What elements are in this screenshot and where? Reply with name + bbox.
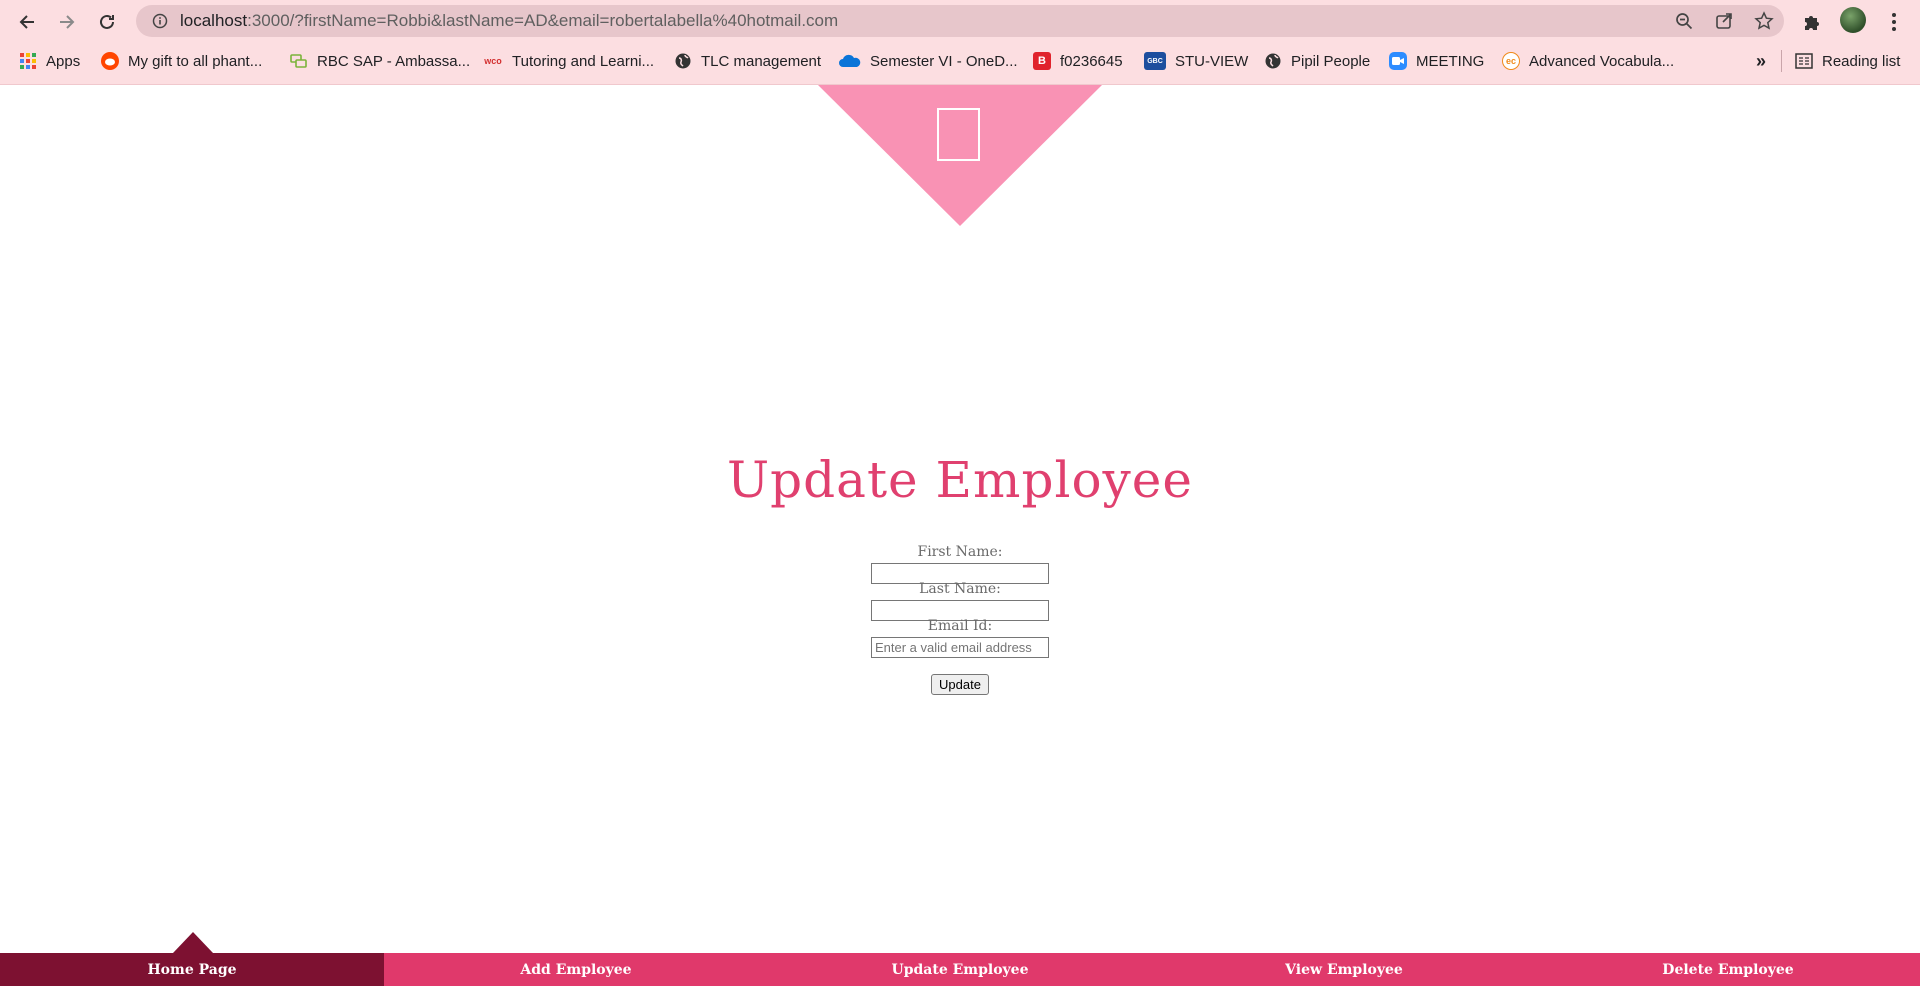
extensions-button[interactable] — [1798, 8, 1826, 36]
nav-view-employee[interactable]: View Employee — [1152, 953, 1536, 986]
browser-menu-button[interactable] — [1880, 8, 1908, 36]
page-title: Update Employee — [727, 451, 1193, 509]
profile-avatar[interactable] — [1840, 7, 1866, 33]
bookmark-f0236645[interactable]: B f0236645 — [1033, 50, 1123, 72]
email-field[interactable] — [871, 637, 1049, 658]
first-name-label: First Name: — [917, 544, 1003, 560]
bookmark-tutoring[interactable]: wco Tutoring and Learni... — [483, 50, 654, 72]
bookmark-advanced-vocabulary[interactable]: ec Advanced Vocabula... — [1502, 50, 1674, 72]
kebab-menu-icon — [1892, 13, 1896, 31]
update-button[interactable]: Update — [931, 674, 989, 695]
b-icon: B — [1033, 52, 1051, 70]
email-label: Email Id: — [927, 618, 993, 634]
reload-button[interactable] — [91, 6, 123, 38]
bookmark-label: My gift to all phant... — [128, 52, 263, 70]
bookmark-rbc-sap[interactable]: RBC SAP - Ambassa... — [290, 50, 470, 72]
back-button[interactable] — [11, 6, 43, 38]
url-path: :3000/?firstName=Robbi&lastName=AD&email… — [247, 11, 839, 30]
apps-grid-icon — [19, 52, 37, 70]
last-name-label: Last Name: — [919, 581, 1001, 597]
bookmark-onedrive[interactable]: Semester VI - OneD... — [839, 50, 1018, 72]
url-text: localhost:3000/?firstName=Robbi&lastName… — [180, 11, 838, 31]
forward-button[interactable] — [51, 6, 83, 38]
nav-add-employee[interactable]: Add Employee — [384, 953, 768, 986]
globe-icon — [1264, 52, 1282, 70]
logo-frame — [937, 108, 980, 161]
share-icon[interactable] — [1712, 9, 1736, 33]
ec-icon: ec — [1502, 52, 1520, 70]
bookmark-label: Tutoring and Learni... — [512, 52, 655, 70]
bookmark-stu-view[interactable]: GBC STU-VIEW — [1144, 50, 1248, 72]
reading-list-label: Reading list — [1822, 52, 1901, 70]
url-host: localhost — [180, 11, 248, 30]
bookmark-label: Pipil People — [1291, 52, 1371, 70]
bookmark-meeting[interactable]: MEETING — [1389, 50, 1484, 72]
address-bar[interactable]: localhost:3000/?firstName=Robbi&lastName… — [136, 5, 1784, 37]
nav-delete-employee[interactable]: Delete Employee — [1536, 953, 1920, 986]
nav-update-employee[interactable]: Update Employee — [768, 953, 1152, 986]
chat-icon — [290, 52, 308, 70]
reading-list-button[interactable]: Reading list — [1795, 50, 1900, 72]
bookmark-label: Semester VI - OneD... — [870, 52, 1018, 70]
site-info-icon[interactable] — [148, 13, 172, 29]
nav-home-page[interactable]: Home Page — [0, 953, 384, 986]
globe-icon — [674, 52, 692, 70]
bottom-nav: Home Page Add Employee Update Employee V… — [0, 953, 1920, 986]
zoom-icon — [1389, 52, 1407, 70]
wco-icon: wco — [484, 56, 502, 66]
bookmark-label: STU-VIEW — [1175, 52, 1249, 70]
puzzle-icon — [1805, 16, 1819, 30]
bookmarks-bar: Apps My gift to all phant... RBC SAP - A… — [0, 46, 1920, 76]
reddit-icon — [101, 52, 119, 70]
bookmark-tlc[interactable]: TLC management — [674, 50, 821, 72]
bookmarks-separator — [1781, 50, 1782, 72]
page-content: Update Employee First Name: Last Name: E… — [0, 85, 1920, 986]
reading-list-icon — [1795, 52, 1813, 70]
bookmark-pipil-people[interactable]: Pipil People — [1264, 50, 1370, 72]
back-arrow-icon — [19, 15, 34, 29]
browser-chrome: localhost:3000/?firstName=Robbi&lastName… — [0, 0, 1920, 85]
active-tab-indicator — [173, 932, 213, 953]
bookmarks-overflow-button[interactable]: » — [1756, 50, 1766, 72]
bookmark-label: MEETING — [1416, 52, 1485, 70]
gbc-icon: GBC — [1144, 52, 1166, 70]
bookmark-label: f0236645 — [1060, 52, 1123, 70]
reload-icon — [100, 14, 114, 29]
bookmark-label: TLC management — [701, 52, 822, 70]
zoom-icon[interactable] — [1672, 9, 1696, 33]
bookmark-label: RBC SAP - Ambassa... — [317, 52, 471, 70]
bookmark-label: Advanced Vocabula... — [1529, 52, 1675, 70]
bookmark-label: Apps — [46, 52, 81, 70]
onedrive-icon — [839, 52, 861, 70]
forward-arrow-icon — [60, 15, 75, 29]
bookmark-apps[interactable]: Apps — [19, 50, 80, 72]
bookmark-star-icon[interactable] — [1752, 9, 1776, 33]
bookmark-reddit[interactable]: My gift to all phant... — [101, 50, 262, 72]
